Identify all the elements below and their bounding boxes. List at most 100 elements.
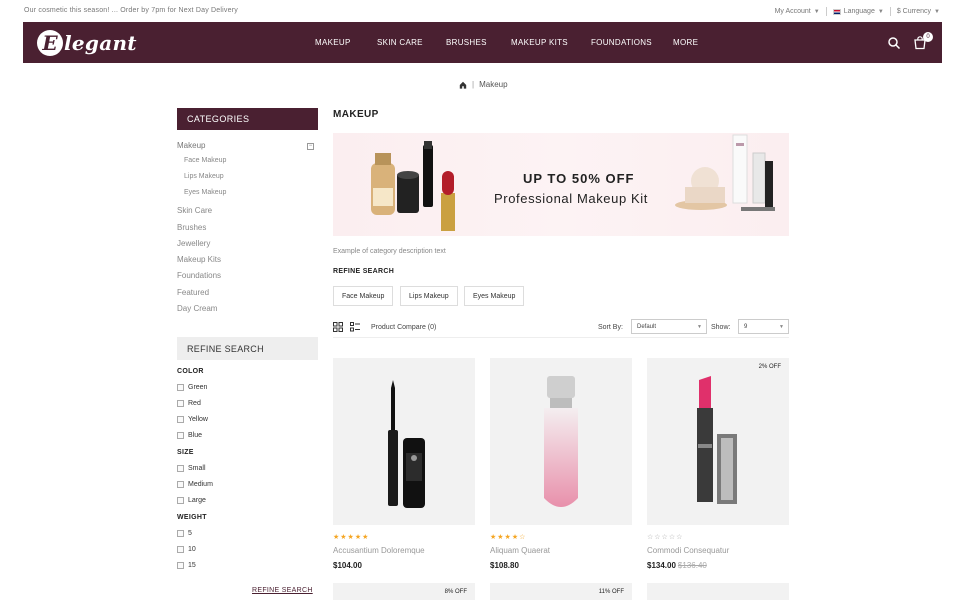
filter-option-medium[interactable]: Medium — [177, 481, 213, 488]
filter-label: Small — [188, 465, 206, 472]
product-price: $104.00 — [333, 561, 362, 570]
filter-option-blue[interactable]: Blue — [177, 432, 202, 439]
filter-option-weight-15[interactable]: 15 — [177, 562, 196, 569]
checkbox[interactable] — [177, 562, 184, 569]
price-current: $104.00 — [333, 561, 362, 570]
discount-badge: 11% OFF — [598, 589, 624, 595]
lipstick-image — [697, 376, 737, 504]
product-name[interactable]: Aliquam Quaerat — [490, 546, 550, 555]
breadcrumb: | Makeup — [459, 80, 508, 89]
list-view-icon[interactable] — [350, 322, 360, 332]
product-card[interactable]: ★★★★☆ Aliquam Quaerat $108.80 — [490, 358, 632, 570]
refine-chip-lips-makeup[interactable]: Lips Makeup — [400, 286, 458, 306]
refine-search-title: REFINE SEARCH — [333, 268, 395, 275]
promo-text: Our cosmetic this season! ... Order by 7… — [24, 7, 238, 14]
categories-heading: CATEGORIES — [177, 108, 318, 130]
checkbox[interactable] — [177, 546, 184, 553]
product-card[interactable] — [647, 583, 789, 600]
show-count-select[interactable]: 9 ▼ — [738, 319, 789, 334]
grid-view-icon[interactable] — [333, 322, 343, 332]
category-item-day-cream[interactable]: Day Cream — [177, 304, 217, 313]
checkbox[interactable] — [177, 432, 184, 439]
category-item-face-makeup[interactable]: Face Makeup — [184, 157, 226, 164]
filter-title-weight: WEIGHT — [177, 514, 207, 521]
nav-item-foundations[interactable]: FOUNDATIONS — [591, 38, 652, 47]
nav-item-brushes[interactable]: BRUSHES — [446, 38, 487, 47]
nav-item-makeup-kits[interactable]: MAKEUP KITS — [511, 38, 568, 47]
product-name[interactable]: Commodi Consequatur — [647, 546, 729, 555]
breadcrumb-current[interactable]: Makeup — [479, 80, 507, 89]
refine-chip-eyes-makeup[interactable]: Eyes Makeup — [464, 286, 525, 306]
nav-item-makeup[interactable]: MAKEUP — [315, 38, 351, 47]
product-name[interactable]: Accusantium Doloremque — [333, 546, 425, 555]
checkbox[interactable] — [177, 384, 184, 391]
currency-label: $ Currency — [896, 8, 932, 15]
checkbox[interactable] — [177, 400, 184, 407]
filter-option-large[interactable]: Large — [177, 497, 206, 504]
my-account-link[interactable]: My Account ▼ — [775, 8, 820, 15]
product-card[interactable]: 2% OFF ☆☆☆☆☆ Commodi Consequatur $134.00… — [647, 358, 789, 570]
filter-title-color: COLOR — [177, 368, 204, 375]
cart-button[interactable]: 0 — [913, 32, 933, 50]
search-icon[interactable] — [887, 36, 901, 50]
category-item-foundations[interactable]: Foundations — [177, 271, 221, 280]
checkbox[interactable] — [177, 497, 184, 504]
filter-label: Medium — [188, 481, 213, 488]
price-current: $134.00 — [647, 561, 676, 570]
show-label: Show: — [711, 324, 731, 331]
checkbox[interactable] — [177, 416, 184, 423]
collapse-icon[interactable]: − — [307, 143, 314, 150]
filter-label: Yellow — [188, 416, 208, 423]
category-item-lips-makeup[interactable]: Lips Makeup — [184, 173, 224, 180]
product-price: $108.80 — [490, 561, 519, 570]
main-header: E legant MAKEUP SKIN CARE BRUSHES MAKEUP… — [23, 22, 942, 63]
product-card[interactable]: 8% OFF — [333, 583, 475, 600]
page-title: MAKEUP — [333, 109, 379, 120]
filter-option-yellow[interactable]: Yellow — [177, 416, 208, 423]
product-compare-link[interactable]: Product Compare (0) — [371, 324, 436, 331]
nav-item-more[interactable]: MORE — [673, 38, 698, 47]
checkbox[interactable] — [177, 465, 184, 472]
product-card[interactable]: 11% OFF — [490, 583, 632, 600]
category-item-skin-care[interactable]: Skin Care — [177, 206, 212, 215]
language-selector[interactable]: Language ▼ — [832, 8, 884, 15]
checkbox[interactable] — [177, 481, 184, 488]
category-item-jewellery[interactable]: Jewellery — [177, 239, 210, 248]
currency-selector[interactable]: $ Currency ▼ — [897, 8, 940, 15]
category-item-makeup-kits[interactable]: Makeup Kits — [177, 255, 221, 264]
filter-option-red[interactable]: Red — [177, 400, 201, 407]
filter-option-green[interactable]: Green — [177, 384, 207, 391]
language-label: Language — [843, 8, 875, 15]
category-banner[interactable]: UP TO 50% OFF Professional Makeup Kit — [333, 133, 789, 236]
banner-subheadline: Professional Makeup Kit — [494, 191, 648, 206]
category-item-makeup[interactable]: Makeup — [177, 141, 205, 150]
filter-option-weight-5[interactable]: 5 — [177, 530, 192, 537]
category-item-featured[interactable]: Featured — [177, 288, 209, 297]
product-card[interactable]: ★★★★★ Accusantium Doloremque $104.00 — [333, 358, 475, 570]
checkbox[interactable] — [177, 530, 184, 537]
chevron-down-icon: ▼ — [877, 8, 884, 15]
top-links: My Account ▼ Language ▼ $ Currency ▼ — [775, 7, 940, 16]
home-icon[interactable] — [459, 81, 467, 89]
top-bar: Our cosmetic this season! ... Order by 7… — [24, 6, 942, 18]
refine-chip-face-makeup[interactable]: Face Makeup — [333, 286, 394, 306]
nav-item-skin-care[interactable]: SKIN CARE — [377, 38, 423, 47]
product-image[interactable] — [333, 358, 475, 525]
sort-by-select[interactable]: Default ▼ — [631, 319, 707, 334]
category-item-brushes[interactable]: Brushes — [177, 223, 206, 232]
category-item-eyes-makeup[interactable]: Eyes Makeup — [184, 189, 226, 196]
filter-label: Blue — [188, 432, 203, 439]
main-nav: MAKEUP SKIN CARE BRUSHES MAKEUP KITS FOU… — [23, 22, 942, 63]
sort-by-label: Sort By: — [598, 324, 623, 331]
product-image[interactable]: 2% OFF — [647, 358, 789, 525]
product-image[interactable] — [490, 358, 632, 525]
discount-badge: 8% OFF — [444, 589, 467, 595]
price-current: $108.80 — [490, 561, 519, 570]
eyeliner-image — [388, 380, 425, 508]
filter-option-small[interactable]: Small — [177, 465, 206, 472]
filter-title-size: SIZE — [177, 449, 194, 456]
filter-option-weight-10[interactable]: 10 — [177, 546, 196, 553]
rating-stars: ★★★★★ — [333, 534, 370, 541]
chevron-down-icon: ▼ — [779, 324, 784, 330]
refine-search-link[interactable]: REFINE SEARCH — [252, 587, 313, 594]
